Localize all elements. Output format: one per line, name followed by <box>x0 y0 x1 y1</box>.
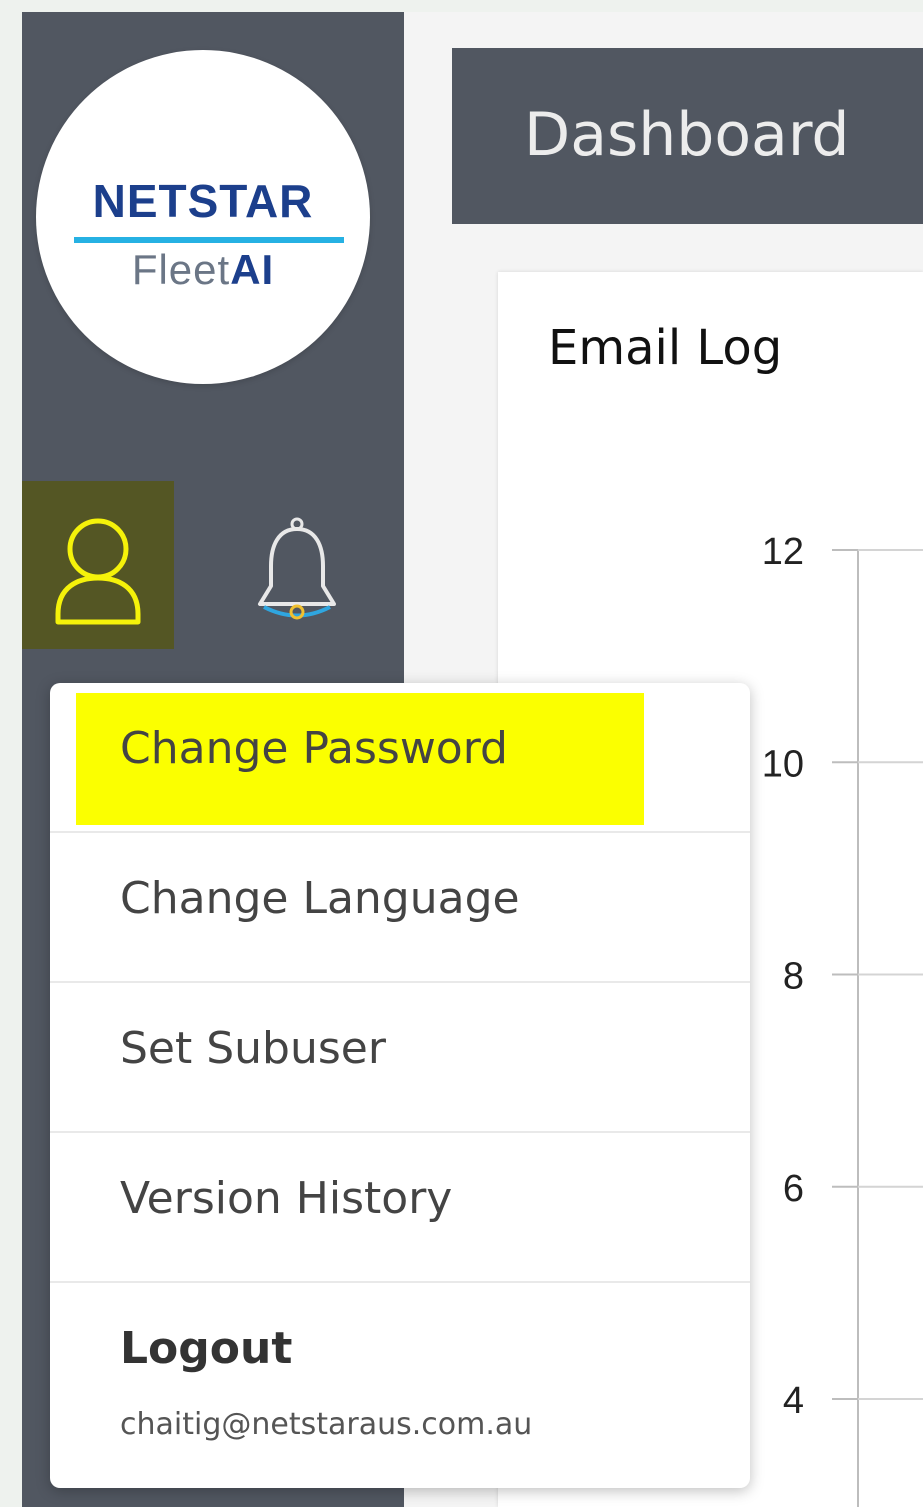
logout-label: Logout <box>120 1323 293 1374</box>
logo-wordmark: NETSTAR <box>92 175 314 227</box>
menu-item-change-language[interactable]: Change Language <box>50 833 750 983</box>
logout-email: chaitig@netstaraus.com.au <box>120 1407 533 1442</box>
user-menu-button[interactable] <box>22 481 174 649</box>
menu-item-set-subuser[interactable]: Set Subuser <box>50 983 750 1133</box>
logo-product-suffix: AI <box>230 246 275 293</box>
menu-item-label: Version History <box>120 1173 453 1224</box>
logo-product-prefix: Fleet <box>131 246 231 293</box>
user-icon <box>55 518 141 625</box>
y-tick-label: 10 <box>762 743 804 785</box>
logo-product-name: FleetAI <box>36 246 370 294</box>
y-tick-label: 4 <box>783 1380 804 1422</box>
bell-icon <box>258 517 336 620</box>
menu-item-label: Change Password <box>120 723 508 774</box>
menu-item-label: Change Language <box>120 873 520 924</box>
menu-item-version-history[interactable]: Version History <box>50 1133 750 1283</box>
menu-item-logout[interactable]: Logout chaitig@netstaraus.com.au <box>50 1283 750 1488</box>
y-tick-label: 8 <box>783 956 804 998</box>
menu-item-change-password[interactable]: Change Password <box>50 683 750 833</box>
notifications-button[interactable] <box>242 512 352 632</box>
y-tick-label: 12 <box>762 531 804 573</box>
header-bar: Dashboard <box>452 48 923 224</box>
y-tick-label: 6 <box>783 1168 804 1210</box>
page-title: Dashboard <box>524 100 850 170</box>
logo-divider <box>74 237 344 243</box>
brand-logo[interactable]: NETSTAR FleetAI <box>36 50 370 384</box>
menu-item-label: Set Subuser <box>120 1023 386 1074</box>
user-dropdown-menu: Change Password Change Language Set Subu… <box>50 683 750 1488</box>
